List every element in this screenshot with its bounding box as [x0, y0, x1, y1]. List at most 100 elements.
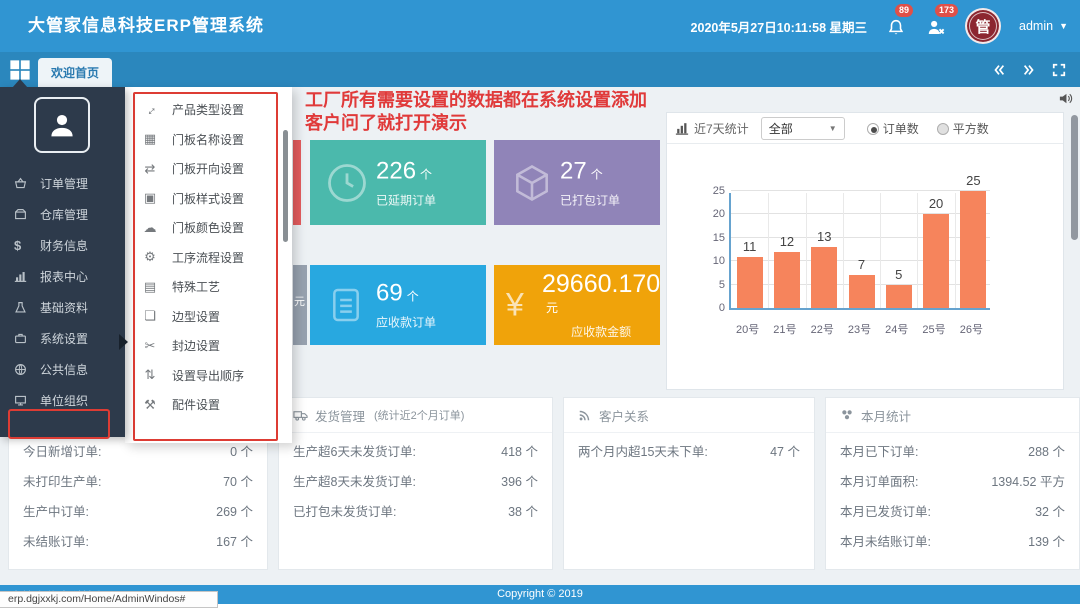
- bar-26号: [960, 191, 986, 308]
- gridline: [955, 193, 956, 308]
- cluster-icon: [840, 408, 854, 422]
- bar-value-label: 11: [731, 239, 768, 254]
- weekly-stats-panel: 近7天统计 全部 ▼ 订单数 平方数 051015202511121375202…: [666, 112, 1064, 390]
- monthly-stats-panel: 本月统计 本月已下订单:288 个 本月订单面积:1394.52 平方 本月已发…: [825, 397, 1080, 570]
- submenu-item-door-opening[interactable]: ⇄门板开向设置: [125, 154, 285, 184]
- y-tick-label: 5: [705, 279, 725, 291]
- submenu-item-edge-banding[interactable]: ✂封边设置: [125, 331, 285, 361]
- page-scrollbar[interactable]: [1071, 115, 1078, 240]
- notifications-button[interactable]: 89: [885, 15, 907, 37]
- submenu-item-door-color[interactable]: ☁门板颜色设置: [125, 213, 285, 243]
- sidebar-menu: 订单管理 仓库管理 $ 财务信息 报表中心 基础资料: [0, 168, 125, 416]
- notification-badge: 89: [895, 4, 913, 17]
- sidebar-item-public-info[interactable]: 公共信息: [0, 354, 125, 385]
- stat-row: 本月订单面积:1394.52 平方: [826, 465, 1079, 495]
- stat-row: 未打印生产单:70 个: [9, 465, 267, 495]
- user-menu[interactable]: admin ▼: [1019, 19, 1068, 33]
- y-tick-label: 20: [705, 208, 725, 220]
- settings-submenu-list: ↔产品类型设置 ▦门板名称设置 ⇄门板开向设置 ▣门板样式设置 ☁门板颜色设置 …: [125, 95, 285, 420]
- submenu-item-edge-type[interactable]: ❏边型设置: [125, 302, 285, 332]
- y-tick-label: 10: [705, 255, 725, 267]
- customer-relations-panel: 客户关系 两个月内超15天未下单:47 个: [563, 397, 815, 570]
- bar-value-label: 12: [768, 234, 805, 249]
- gridline: [731, 213, 990, 214]
- bar-21号: [774, 252, 800, 308]
- sidebar-item-reports[interactable]: 报表中心: [0, 261, 125, 292]
- avatar[interactable]: 管: [965, 8, 1001, 44]
- bar-20号: [737, 257, 763, 308]
- scroll-tabs-left-button[interactable]: [992, 63, 1006, 77]
- tab-welcome-home[interactable]: 欢迎首页: [38, 58, 112, 87]
- bar-chart-icon: [675, 121, 689, 135]
- x-tick-label: 26号: [953, 316, 990, 337]
- sidebar-avatar[interactable]: [34, 97, 90, 153]
- truck-icon: [293, 408, 308, 423]
- x-tick-label: 20号: [729, 316, 766, 337]
- sidebar-item-base-data[interactable]: 基础资料: [0, 292, 125, 323]
- panel-subtitle: (统计近2个月订单): [374, 407, 464, 423]
- stat-row: 本月未结账订单:139 个: [826, 525, 1079, 555]
- sidebar-item-organization[interactable]: 单位组织: [0, 385, 125, 416]
- stat-row: 生产超6天未发货订单:418 个: [279, 435, 552, 465]
- messages-button[interactable]: 173: [925, 15, 947, 37]
- submenu-item-product-type[interactable]: ↔产品类型设置: [125, 95, 285, 125]
- sidebar-item-warehouse[interactable]: 仓库管理: [0, 199, 125, 230]
- submenu-item-special-craft[interactable]: ▤特殊工艺: [125, 272, 285, 302]
- gridline: [806, 193, 807, 308]
- gridline: [843, 193, 844, 308]
- erp-dashboard: 大管家信息科技ERP管理系统 2020年5月27日10:11:58 星期三 89…: [0, 0, 1080, 608]
- table-icon: ▦: [141, 131, 159, 147]
- card-receivable-amount: ¥ 29660.170元应收款金额: [494, 265, 660, 345]
- fullscreen-button[interactable]: [1052, 63, 1066, 77]
- frame-icon: ❏: [141, 308, 159, 324]
- basket-icon: [14, 177, 32, 190]
- main-content: 工厂所有需要设置的数据都在系统设置添加 客户问了就打开演示 226个已延期订单 …: [0, 87, 1080, 585]
- yen-icon: ¥: [506, 287, 524, 324]
- submenu-pointer-arrow: [119, 334, 128, 350]
- card-packed-orders: 27个已打包订单: [494, 140, 660, 225]
- card-delayed-orders: 226个已延期订单: [310, 140, 486, 225]
- scroll-tabs-right-button[interactable]: [1022, 63, 1036, 77]
- sidebar-item-system-settings[interactable]: 系统设置: [0, 323, 125, 354]
- username: admin: [1019, 19, 1053, 33]
- speaker-icon[interactable]: [1058, 91, 1073, 106]
- chart-x-axis: 20号21号22号23号24号25号26号: [729, 316, 990, 337]
- status-bar-url: erp.dgjxxkj.com/Home/AdminWindos#: [0, 591, 218, 608]
- stat-row: 两个月内超15天未下单:47 个: [564, 435, 814, 465]
- submenu-item-door-name[interactable]: ▦门板名称设置: [125, 125, 285, 155]
- cube-icon: [510, 161, 554, 205]
- exchange-icon: ⇄: [141, 161, 159, 177]
- submenu-item-accessories[interactable]: ⚒配件设置: [125, 390, 285, 420]
- popup-pointer: [12, 79, 28, 88]
- chart-icon: [14, 270, 32, 283]
- sidebar-item-finance[interactable]: $ 财务信息: [0, 230, 125, 261]
- x-tick-label: 21号: [766, 316, 803, 337]
- sidebar-item-orders[interactable]: 订单管理: [0, 168, 125, 199]
- bell-icon: [887, 19, 905, 37]
- gridline: [880, 193, 881, 308]
- fullscreen-icon: [1052, 63, 1066, 77]
- annotation-note: 工厂所有需要设置的数据都在系统设置添加 客户问了就打开演示: [305, 89, 647, 135]
- radio-square-count[interactable]: 平方数: [937, 120, 989, 137]
- app-header: 大管家信息科技ERP管理系统 2020年5月27日10:11:58 星期三 89…: [0, 0, 1080, 52]
- chart-filter-select[interactable]: 全部 ▼: [761, 117, 845, 140]
- x-tick-label: 25号: [915, 316, 952, 337]
- card-receivable-orders: 69个应收款订单: [310, 265, 486, 345]
- radio-order-count[interactable]: 订单数: [867, 120, 919, 137]
- chevron-down-icon: ▼: [1059, 21, 1068, 31]
- scissors-icon: ✂: [141, 338, 159, 354]
- chevron-down-icon: ▼: [829, 124, 837, 133]
- submenu-item-door-style[interactable]: ▣门板样式设置: [125, 184, 285, 214]
- radio-selected-icon: [867, 123, 879, 135]
- bar-23号: [849, 275, 875, 308]
- submenu-item-process-flow[interactable]: ⚙工序流程设置: [125, 243, 285, 273]
- bar-value-label: 20: [917, 196, 954, 211]
- submenu-item-export-order[interactable]: ⇅设置导出顺序: [125, 361, 285, 391]
- double-right-icon: [1022, 63, 1036, 77]
- warehouse-icon: [14, 208, 32, 221]
- sidebar-popup: 订单管理 仓库管理 $ 财务信息 报表中心 基础资料: [0, 87, 125, 437]
- submenu-scrollbar[interactable]: [283, 130, 288, 242]
- card-gray-partial: 元: [293, 265, 307, 345]
- y-tick-label: 25: [705, 185, 725, 197]
- tab-bar: 欢迎首页: [0, 52, 1080, 87]
